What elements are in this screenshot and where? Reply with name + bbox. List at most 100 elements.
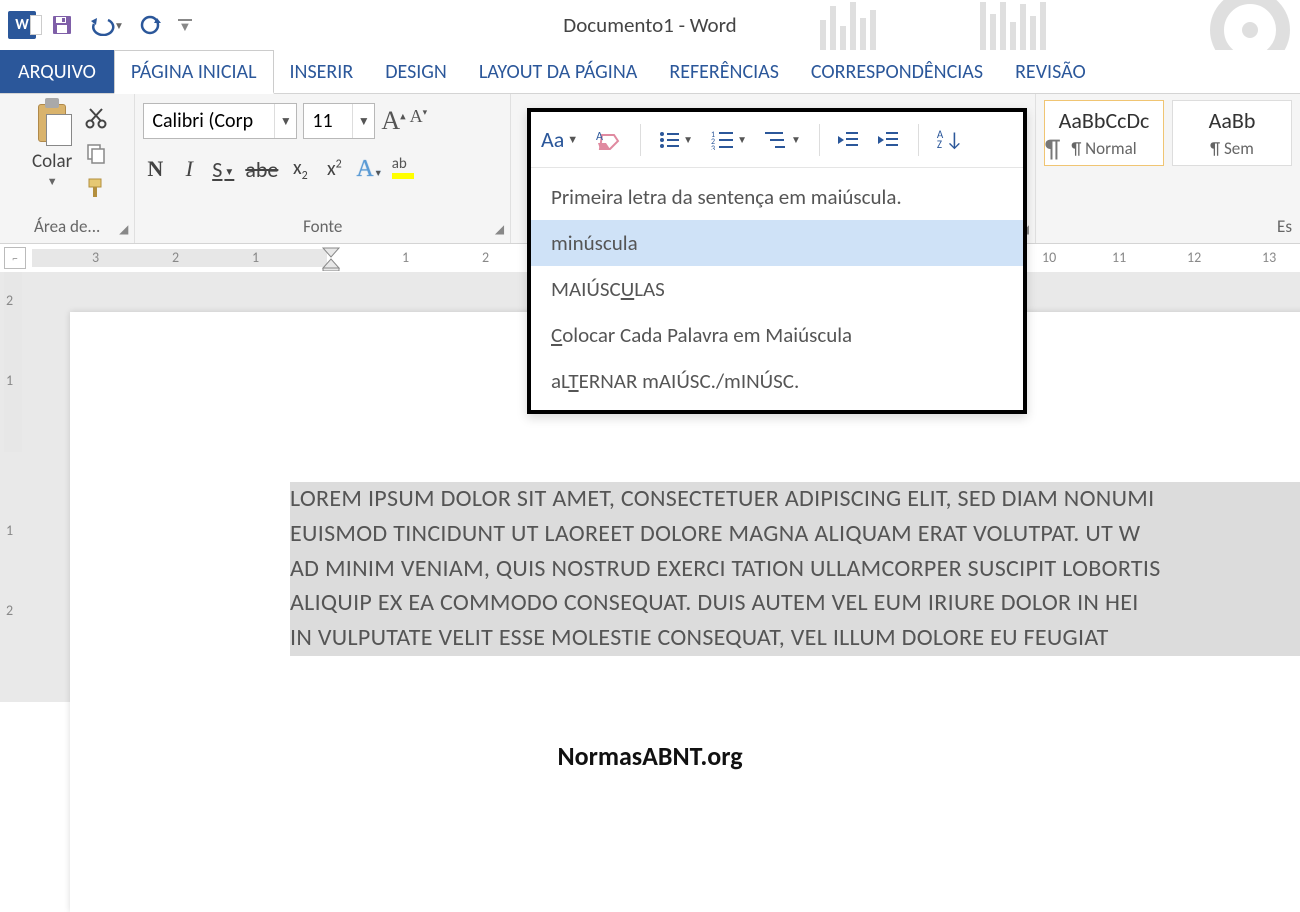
case-capitalize[interactable]: Colocar Cada Palavra em Maiúscula: [531, 312, 1023, 358]
title-bar: W ▼ ▼ Documento1 - Word: [0, 0, 1300, 50]
bold-button[interactable]: N: [143, 156, 167, 182]
font-name-combo[interactable]: ▼: [143, 103, 297, 139]
svg-text:3: 3: [711, 144, 715, 150]
indent-marker-icon[interactable]: [322, 245, 340, 271]
tab-file[interactable]: ARQUIVO: [0, 50, 114, 93]
redo-icon[interactable]: [138, 13, 164, 37]
group-font: ▼ ▼ A▴ A▾ N I S▼ abe x2 x2 A▾: [135, 94, 511, 243]
underline-button[interactable]: S▼: [211, 156, 235, 183]
text-effects-button[interactable]: A▾: [356, 156, 380, 183]
case-sentence[interactable]: Primeira letra da sentença em maiúscula.: [531, 174, 1023, 220]
chevron-down-icon[interactable]: ▼: [352, 104, 374, 138]
font-name-input[interactable]: [144, 109, 274, 133]
tab-mailings[interactable]: CORRESPONDÊNCIAS: [795, 50, 999, 93]
style-normal-name: ¶ Normal: [1055, 138, 1153, 159]
tab-review[interactable]: REVISÃO: [999, 50, 1102, 93]
italic-button[interactable]: I: [177, 156, 201, 182]
grow-font-icon[interactable]: A▴: [381, 106, 405, 136]
tab-design[interactable]: DESIGN: [369, 50, 463, 93]
style-normal[interactable]: AaBbCcDc ¶ Normal: [1044, 100, 1164, 166]
watermark-text: NormasABNT.org: [0, 740, 1300, 772]
change-case-dropdown: Aa▼ A ▼ 123 ▼ ▼ AZ↓ Primeira letra da se…: [527, 108, 1027, 414]
chevron-down-icon[interactable]: ▼: [274, 104, 296, 138]
window-title: Documento1 - Word: [563, 12, 736, 38]
case-toggle[interactable]: aLTERNAR mAIÚSC./mINÚSC.: [531, 358, 1023, 404]
save-icon[interactable]: [50, 13, 74, 37]
chevron-down-icon[interactable]: ▼: [791, 133, 801, 146]
font-size-combo[interactable]: ▼: [303, 103, 375, 139]
ruler-num: 12: [1187, 249, 1201, 266]
chevron-down-icon[interactable]: ▼: [683, 133, 693, 146]
ribbon-backdrop-graphic: [820, 0, 1300, 50]
copy-icon[interactable]: [84, 141, 108, 170]
ruler-num: 1: [252, 249, 259, 266]
clear-formatting-icon[interactable]: A: [596, 129, 622, 151]
paste-button[interactable]: Colar ▼: [26, 100, 78, 188]
qat-customize-icon[interactable]: ▼: [178, 19, 192, 32]
ruler-num: 2: [172, 249, 179, 266]
tab-references[interactable]: REFERÊNCIAS: [653, 50, 795, 93]
ruler-corner[interactable]: ⌐: [4, 247, 26, 269]
group-clipboard-label: Área de...: [34, 216, 100, 237]
ruler-num: 10: [1042, 249, 1056, 266]
group-styles: AaBbCcDc ¶ Normal AaBb ¶ Sem Es: [1036, 94, 1300, 243]
ruler-num: 2: [482, 249, 489, 266]
clipboard-launcher-icon[interactable]: ◢: [119, 222, 128, 237]
doc-line: LOREM IPSUM DOLOR SIT AMET, CONSECTETUER…: [290, 482, 1300, 517]
chevron-down-icon[interactable]: ▼: [114, 19, 124, 32]
group-styles-label: Es: [1277, 216, 1292, 237]
highlight-button[interactable]: [391, 155, 415, 183]
sort-button[interactable]: AZ↓: [937, 128, 963, 152]
vruler-num: 2: [6, 602, 13, 619]
tab-layout[interactable]: LAYOUT DA PÁGINA: [463, 50, 654, 93]
style-nospacing-name: ¶ Sem: [1183, 138, 1281, 159]
ruler-num: 3: [92, 249, 99, 266]
undo-icon[interactable]: ▼: [88, 14, 124, 36]
change-case-menu: Primeira letra da sentença em maiúscula.…: [531, 168, 1023, 410]
document-selected-text[interactable]: LOREM IPSUM DOLOR SIT AMET, CONSECTETUER…: [290, 482, 1300, 656]
chevron-down-icon: ▼: [567, 133, 578, 146]
doc-line: EUISMOD TINCIDUNT UT LAOREET DOLORE MAGN…: [290, 517, 1300, 552]
ruler-num: 1: [402, 249, 409, 266]
vruler-num: 1: [6, 522, 13, 539]
font-size-input[interactable]: [304, 109, 352, 133]
bullets-button[interactable]: ▼: [659, 130, 693, 150]
strikethrough-button[interactable]: abe: [245, 156, 278, 183]
case-lowercase[interactable]: minúscula: [531, 220, 1023, 266]
font-launcher-icon[interactable]: ◢: [495, 222, 504, 237]
decrease-indent-button[interactable]: [838, 130, 860, 150]
shrink-font-icon[interactable]: A▾: [410, 106, 428, 136]
numbering-button[interactable]: 123 ▼: [711, 130, 747, 150]
group-clipboard: Colar ▼ Área de... ◢: [0, 94, 135, 243]
clipboard-icon: [32, 100, 72, 148]
chevron-down-icon[interactable]: ▼: [737, 133, 747, 146]
doc-line: ALIQUIP EX EA COMMODO CONSEQUAT. DUIS AU…: [290, 586, 1300, 621]
increase-indent-button[interactable]: [878, 130, 900, 150]
multilevel-list-button[interactable]: ▼: [765, 130, 801, 150]
superscript-button[interactable]: x2: [322, 157, 346, 181]
vruler-num: 1: [6, 372, 13, 389]
cut-icon[interactable]: [84, 106, 108, 135]
ribbon-tabs: ARQUIVO PÁGINA INICIAL INSERIR DESIGN LA…: [0, 50, 1300, 94]
tab-home[interactable]: PÁGINA INICIAL: [114, 50, 274, 94]
ruler-num: 13: [1262, 249, 1276, 266]
subscript-button[interactable]: x2: [288, 156, 312, 183]
doc-line: AD MINIM VENIAM, QUIS NOSTRUD EXERCI TAT…: [290, 552, 1300, 587]
ruler-num: 11: [1112, 249, 1126, 266]
show-hide-marks-button[interactable]: ¶: [1045, 132, 1060, 164]
tab-insert[interactable]: INSERIR: [274, 50, 370, 93]
style-normal-sample: AaBbCcDc: [1055, 107, 1153, 134]
quick-access-toolbar: W ▼ ▼: [0, 11, 192, 39]
format-painter-icon[interactable]: [84, 176, 108, 205]
chevron-down-icon[interactable]: ▼: [47, 175, 58, 188]
svg-text:A: A: [596, 130, 603, 144]
style-no-spacing[interactable]: AaBb ¶ Sem: [1172, 100, 1292, 166]
case-uppercase[interactable]: MAIÚSCULAS: [531, 266, 1023, 312]
word-app-icon[interactable]: W: [8, 11, 36, 39]
chevron-down-icon[interactable]: ▼: [224, 165, 234, 178]
change-case-button[interactable]: Aa▼: [541, 126, 578, 153]
style-nospacing-sample: AaBb: [1183, 107, 1281, 134]
paste-label: Colar: [32, 150, 72, 173]
group-font-label: Fonte: [303, 216, 342, 237]
doc-line: IN VULPUTATE VELIT ESSE MOLESTIE CONSEQU…: [290, 621, 1300, 656]
